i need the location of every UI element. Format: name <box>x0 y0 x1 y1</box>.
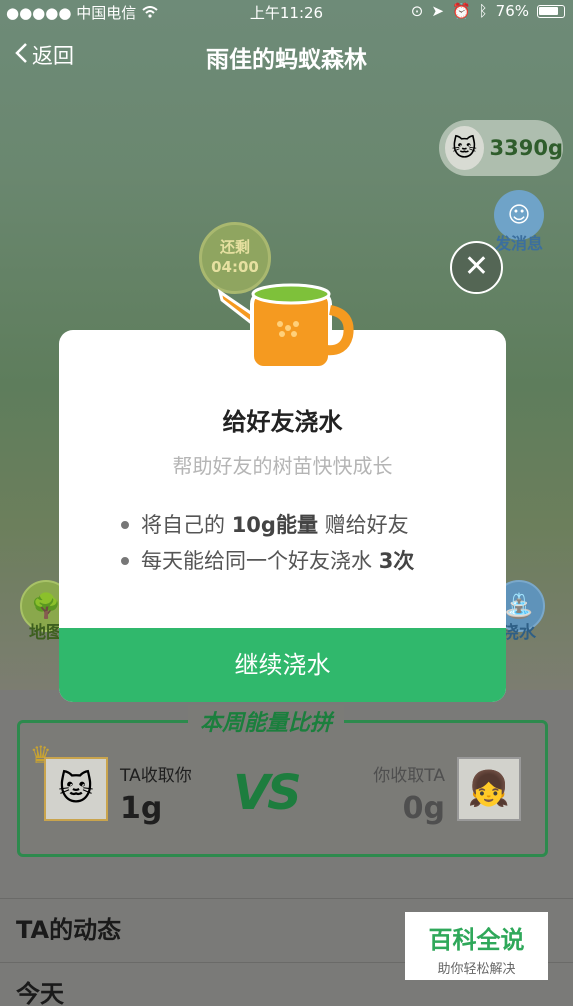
bullet-text: 每天能给同一个好友浇水 3次 <box>141 549 415 573</box>
watermark-subtitle: 助你轻松解决 <box>437 962 516 977</box>
battery-icon <box>537 4 565 18</box>
cat-avatar-icon: 🐱 <box>445 126 484 170</box>
compare-title: 本周能量比拼 <box>188 705 345 737</box>
map-label: 地图 <box>29 623 63 643</box>
friend-avatar[interactable]: 🐱 <box>44 757 108 821</box>
bullet-daily-limit: 每天能给同一个好友浇水 3次 <box>121 548 414 574</box>
close-icon: ✕ <box>463 249 490 284</box>
lock-rotation-icon: ⊙ <box>410 2 424 20</box>
modal-title: 给好友浇水 <box>222 408 343 436</box>
watermark-logo: 百科全说 助你轻松解决 <box>405 912 548 980</box>
ta-collected-value: 1g <box>120 791 163 826</box>
friend-energy-value: 3390g <box>489 136 563 160</box>
bullet-dot <box>121 521 129 529</box>
alarm-icon: ⏰ <box>451 2 471 20</box>
bluetooth-icon: ᛒ <box>478 2 488 20</box>
bullet-give-energy: 将自己的 10g能量 赠给好友 <box>121 512 414 538</box>
continue-watering-button[interactable]: 继续浇水 <box>59 628 506 702</box>
weekly-energy-compare: 本周能量比拼 ♛ 🐱 TA收取你 1g VS 你收取TA 0g 👧 <box>17 705 548 857</box>
page-title: 雨佳的蚂蚁森林 <box>206 47 367 73</box>
my-avatar[interactable]: 👧 <box>457 757 521 821</box>
watermark-title: 百科全说 <box>428 926 525 954</box>
modal-subtitle: 帮助好友的树苗快快成长 <box>172 454 393 478</box>
bullet-text: 将自己的 10g能量 赠给好友 <box>141 513 409 537</box>
location-arrow-icon: ➤ <box>431 2 444 20</box>
friend-energy-badge[interactable]: 🐱 3390g <box>439 120 563 176</box>
nav-bar: 返回 雨佳的蚂蚁森林 <box>0 30 573 80</box>
send-message-label: 发消息 <box>494 234 543 253</box>
vs-label: VS <box>233 765 302 821</box>
you-collected-value: 0g <box>402 791 445 826</box>
timer-label: 还剩 <box>219 238 250 256</box>
watering-can-illustration <box>214 270 354 370</box>
send-message-button[interactable]: ☺ 发消息 <box>489 190 549 254</box>
water-side-label: 浇水 <box>502 623 536 643</box>
bullet-dot <box>121 557 129 565</box>
water-friend-modal: 给好友浇水 帮助好友的树苗快快成长 将自己的 10g能量 赠给好友 每天能给同一… <box>59 330 506 702</box>
status-bar: ●●●●● 中国电信 上午11:26 ⊙ ➤ ⏰ ᛒ 76% <box>0 0 573 22</box>
battery-percent: 76% <box>495 2 529 20</box>
status-right: ⊙ ➤ ⏰ ᛒ 76% <box>411 2 565 20</box>
modal-bullets: 将自己的 10g能量 赠给好友 每天能给同一个好友浇水 3次 <box>121 512 414 584</box>
ta-collected-label: TA收取你 <box>120 766 192 786</box>
close-modal-button[interactable]: ✕ <box>450 241 503 294</box>
you-collected-label: 你收取TA <box>373 766 445 786</box>
chat-bubble-icon: ☺ <box>494 190 544 240</box>
